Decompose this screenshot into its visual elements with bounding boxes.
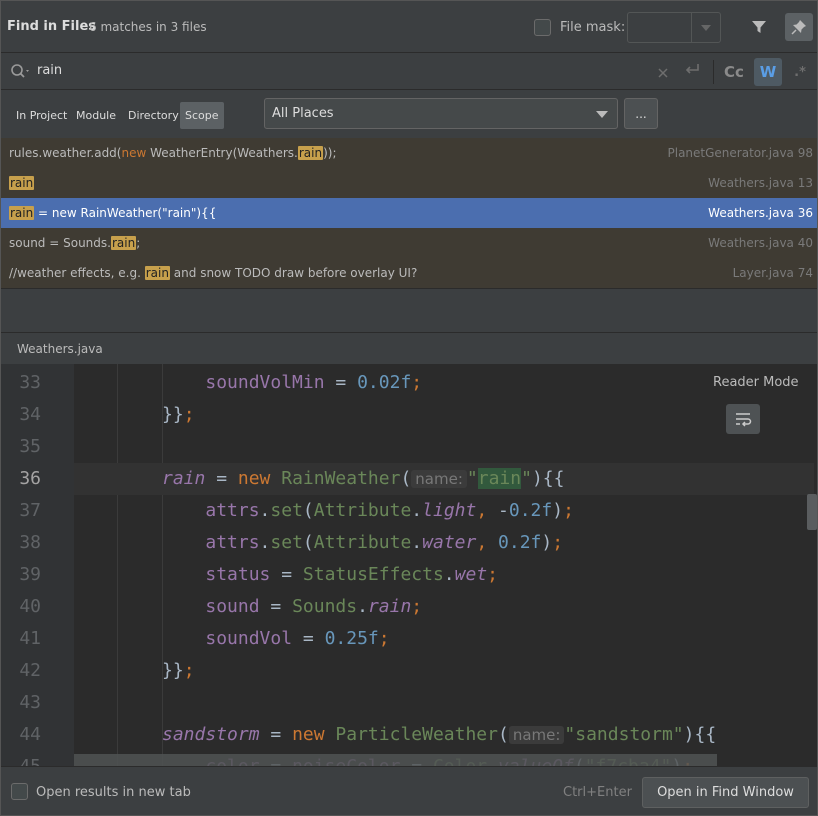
chevron-down-icon (701, 25, 711, 31)
line-number: 35 (19, 436, 41, 457)
preview-file-name: Weathers.java (17, 342, 103, 356)
result-text: rules.weather.add(new WeatherEntry(Weath… (9, 146, 336, 160)
line-number: 45 (1, 756, 41, 766)
line-number: 41 (19, 628, 41, 649)
code-preview[interactable]: 33 34 35 36 37 38 39 40 41 42 43 44 45 s… (1, 364, 817, 766)
scope-row: In Project Module Directory Scope All Pl… (1, 91, 817, 137)
code-line: status = StatusEffects.wet; (205, 564, 498, 585)
line-number: 39 (19, 564, 41, 585)
result-row[interactable]: //weather effects, e.g. rain and snow TO… (1, 258, 817, 288)
divider (713, 60, 714, 84)
soft-wrap-icon[interactable] (726, 404, 760, 434)
code-line-current: rain = new RainWeather(name: "rain"){{ (74, 463, 814, 495)
result-file: Layer.java 74 (732, 266, 813, 280)
tab-in-project[interactable]: In Project (11, 102, 72, 129)
chevron-down-icon (596, 111, 608, 118)
text-segment: WeatherEntry(Weathers. (146, 146, 298, 160)
result-row[interactable]: rules.weather.add(new WeatherEntry(Weath… (1, 138, 817, 168)
text-segment: sound = Sounds. (9, 236, 111, 250)
result-file: PlanetGenerator.java 98 (667, 146, 814, 160)
result-text: //weather effects, e.g. rain and snow TO… (9, 266, 417, 280)
match-highlight: rain (297, 146, 324, 160)
match-highlight: rain (144, 266, 170, 280)
result-file: Weathers.java 40 (708, 236, 813, 250)
code-line: soundVolMin = 0.02f; (205, 372, 423, 393)
text-segment: )); (323, 146, 337, 160)
tab-directory[interactable]: Directory (123, 102, 184, 129)
open-new-tab-checkbox[interactable] (11, 783, 28, 800)
line-number: 44 (19, 724, 41, 745)
search-input[interactable] (37, 63, 637, 78)
line-number: 38 (19, 532, 41, 553)
result-row[interactable]: sound = Sounds.rain; Weathers.java 40 (1, 228, 817, 258)
preview-header: Weathers.java (1, 332, 817, 364)
match-highlight: rain (9, 176, 35, 190)
whole-words-button[interactable]: W (754, 58, 782, 86)
result-text: sound = Sounds.rain; (9, 236, 140, 250)
shortcut-hint: Ctrl+Enter (563, 785, 632, 800)
line-number: 42 (19, 660, 41, 681)
param-hint: name: (508, 726, 565, 744)
search-icon[interactable] (10, 63, 32, 85)
vertical-scrollbar[interactable] (807, 494, 817, 530)
code-line: attrs.set(Attribute.light, -0.2f); (205, 500, 574, 521)
text-segment: //weather effects, e.g. (9, 266, 145, 280)
code-line: sandstorm = new ParticleWeather(name: "sa… (162, 724, 717, 745)
code-line: soundVol = 0.25f; (205, 628, 390, 649)
tab-module[interactable]: Module (71, 102, 121, 129)
code-line: sound = Sounds.rain; (205, 596, 423, 617)
result-file: Weathers.java 36 (708, 206, 813, 220)
tab-scope[interactable]: Scope (180, 102, 224, 129)
result-file: Weathers.java 13 (708, 176, 813, 190)
horizontal-scrollbar[interactable] (74, 754, 717, 766)
results-list: rules.weather.add(new WeatherEntry(Weath… (1, 138, 817, 288)
find-in-files-dialog: Find in Files 6 matches in 3 files File … (0, 0, 818, 816)
result-text: rain (9, 176, 35, 190)
clear-icon[interactable] (657, 64, 669, 83)
file-mask-combo[interactable] (627, 12, 721, 43)
code-line: attrs.set(Attribute.water, 0.2f); (205, 532, 564, 553)
dialog-title: Find in Files (7, 19, 97, 34)
line-number-current: 36 (19, 468, 41, 489)
match-case-button[interactable]: Cc (720, 58, 748, 86)
keyword-segment: new (121, 146, 147, 160)
splitter[interactable] (1, 288, 817, 332)
param-hint: name: (411, 470, 467, 488)
text-segment: and snow TODO draw before overlay UI? (169, 266, 418, 280)
code-line: }}; (162, 404, 195, 425)
search-row: Cc W .* (1, 54, 817, 90)
file-mask-label: File mask: (560, 20, 626, 35)
pin-icon[interactable] (785, 13, 813, 41)
scope-select[interactable]: All Places (264, 98, 618, 129)
filter-icon[interactable] (745, 13, 773, 41)
match-count: 6 matches in 3 files (89, 20, 207, 34)
line-number: 34 (19, 404, 41, 425)
regex-button[interactable]: .* (786, 58, 814, 86)
text-segment: = new RainWeather("rain"){{ (34, 206, 217, 220)
text-segment: ; (136, 236, 141, 250)
result-row-selected[interactable]: rain = new RainWeather("rain"){{ Weather… (1, 198, 817, 228)
text-segment: rules.weather.add( (9, 146, 122, 160)
line-number: 43 (19, 692, 41, 713)
file-mask-checkbox[interactable] (534, 19, 551, 36)
line-number: 33 (19, 372, 41, 393)
line-number: 37 (19, 500, 41, 521)
result-row[interactable]: rain Weathers.java 13 (1, 168, 817, 198)
open-in-find-window-button[interactable]: Open in Find Window (642, 777, 809, 808)
scope-select-value: All Places (272, 106, 334, 121)
line-number: 40 (19, 596, 41, 617)
match-highlight: rain (9, 206, 35, 220)
result-text: rain = new RainWeather("rain"){{ (9, 206, 216, 220)
dialog-header: Find in Files 6 matches in 3 files File … (1, 1, 817, 53)
new-line-icon[interactable] (683, 62, 701, 82)
combo-separator (691, 13, 692, 42)
open-new-tab-label: Open results in new tab (36, 785, 191, 800)
browse-scope-button[interactable]: ... (624, 98, 658, 129)
match-highlight: rain (110, 236, 137, 250)
reader-mode-label[interactable]: Reader Mode (713, 375, 799, 390)
code-line: }}; (162, 660, 195, 681)
dialog-footer: Open results in new tab Ctrl+Enter Open … (1, 766, 817, 815)
